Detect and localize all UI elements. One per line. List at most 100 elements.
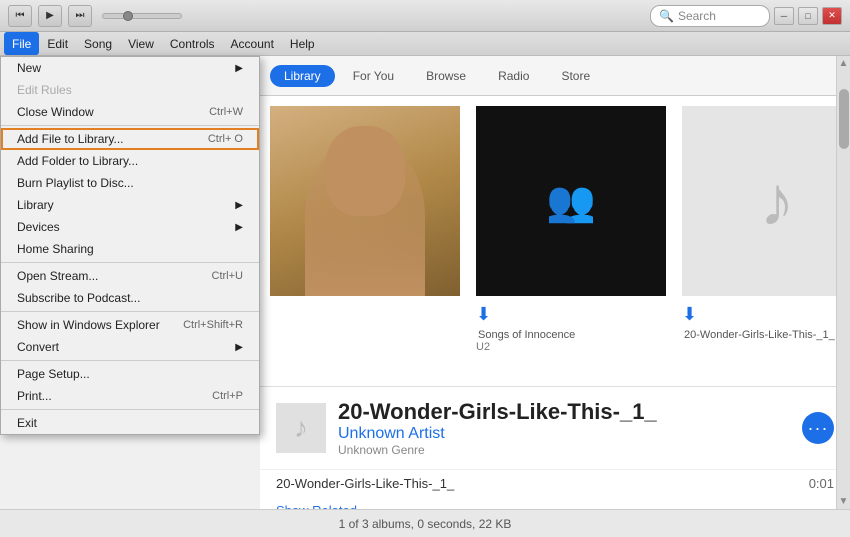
nav-tabs: Library For You Browse Radio Store (260, 56, 850, 96)
search-icon: 🔍 (659, 9, 674, 23)
menu-page-setup-label: Page Setup... (17, 367, 90, 381)
now-playing-art: ♪ (276, 403, 326, 453)
forward-button[interactable]: ⏭ (68, 5, 92, 27)
track-name: 20-Wonder-Girls-Like-This-_1_ (276, 476, 809, 491)
menu-add-file-label: Add File to Library... (17, 132, 124, 146)
menu-separator-1 (1, 125, 259, 126)
track-row: 20-Wonder-Girls-Like-This-_1_ 0:01 (260, 469, 850, 497)
file-menu-dropdown: New ▶ Edit Rules Close Window Ctrl+W Add… (0, 56, 260, 435)
search-placeholder: Search (678, 9, 716, 23)
menu-new[interactable]: New ▶ (1, 57, 259, 79)
search-bar[interactable]: 🔍 Search (650, 5, 770, 27)
menu-item-song[interactable]: Song (76, 32, 120, 55)
menu-open-stream-shortcut: Ctrl+U (212, 270, 243, 282)
menu-convert[interactable]: Convert ▶ (1, 336, 259, 358)
download-icon-u2: ⬇ (476, 304, 491, 325)
title-bar: ⏮ ▶ ⏭ 🔍 Search ─ □ ✕ (0, 0, 850, 32)
tab-library[interactable]: Library (270, 65, 335, 87)
menu-bar: File Edit Song View Controls Account Hel… (0, 32, 850, 56)
menu-subscribe-podcast-label: Subscribe to Podcast... (17, 291, 140, 305)
menu-item-controls[interactable]: Controls (162, 32, 223, 55)
window-controls: 🔍 Search ─ □ ✕ (650, 5, 842, 27)
album-artist-u2: U2 (476, 341, 676, 353)
menu-close-window-label: Close Window (17, 105, 94, 119)
album-art-adele (270, 106, 460, 296)
menu-convert-label: Convert (17, 340, 59, 354)
tab-radio[interactable]: Radio (484, 65, 543, 87)
menu-exit[interactable]: Exit (1, 412, 259, 434)
menu-show-explorer-label: Show in Windows Explorer (17, 318, 160, 332)
menu-edit-rules-label: Edit Rules (17, 83, 72, 97)
tab-store[interactable]: Store (547, 65, 604, 87)
download-icon-unknown: ⬇ (682, 304, 697, 325)
now-playing-music-icon: ♪ (294, 412, 308, 444)
menu-library[interactable]: Library ▶ (1, 194, 259, 216)
menu-open-stream[interactable]: Open Stream... Ctrl+U (1, 265, 259, 287)
menu-item-account[interactable]: Account (223, 32, 282, 55)
menu-edit-rules: Edit Rules (1, 79, 259, 101)
menu-new-label: New (17, 61, 41, 75)
minimize-button[interactable]: ─ (774, 7, 794, 25)
album-card-adele[interactable] (270, 106, 470, 376)
menu-home-sharing-label: Home Sharing (17, 242, 94, 256)
menu-subscribe-podcast[interactable]: Subscribe to Podcast... (1, 287, 259, 309)
menu-add-file[interactable]: Add File to Library... Ctrl+ O (1, 128, 259, 150)
now-playing-title: 20-Wonder-Girls-Like-This-_1_ (338, 399, 790, 425)
now-playing: ♪ 20-Wonder-Girls-Like-This-_1_ Unknown … (260, 386, 850, 469)
tab-for-you[interactable]: For You (339, 65, 408, 87)
menu-add-file-shortcut: Ctrl+ O (208, 133, 243, 145)
menu-close-window-shortcut: Ctrl+W (209, 106, 243, 118)
album-title-u2: Songs of Innocence (476, 329, 676, 341)
menu-add-folder[interactable]: Add Folder to Library... (1, 150, 259, 172)
now-playing-genre: Unknown Genre (338, 443, 790, 457)
album-card-unknown[interactable]: ♪ ⬇ 20-Wonder-Girls-Like-This-_1_ (682, 106, 850, 376)
progress-thumb[interactable] (123, 11, 133, 21)
menu-open-stream-label: Open Stream... (17, 269, 98, 283)
show-related-link[interactable]: Show Related (260, 497, 850, 509)
more-button[interactable]: ··· (802, 412, 834, 444)
menu-print-shortcut: Ctrl+P (212, 390, 243, 402)
album-art-unknown: ♪ (682, 106, 850, 296)
album-card-u2[interactable]: 👥 ⬇ Songs of Innocence U2 (476, 106, 676, 376)
album-art-u2: 👥 (476, 106, 666, 296)
menu-library-arrow: ▶ (235, 200, 243, 211)
now-playing-artist: Unknown Artist (338, 425, 790, 443)
progress-bar[interactable] (102, 13, 182, 19)
menu-exit-label: Exit (17, 416, 37, 430)
menu-print[interactable]: Print... Ctrl+P (1, 385, 259, 407)
now-playing-info: 20-Wonder-Girls-Like-This-_1_ Unknown Ar… (338, 399, 790, 457)
album-grid: 👥 ⬇ Songs of Innocence U2 ♪ ⬇ 20-Wonder-… (260, 96, 850, 386)
track-duration: 0:01 (809, 476, 834, 491)
maximize-button[interactable]: □ (798, 7, 818, 25)
play-button[interactable]: ▶ (38, 5, 62, 27)
menu-library-label: Library (17, 198, 54, 212)
menu-separator-5 (1, 409, 259, 410)
status-text: 1 of 3 albums, 0 seconds, 22 KB (339, 517, 512, 531)
menu-devices-arrow: ▶ (235, 222, 243, 233)
album-title-unknown: 20-Wonder-Girls-Like-This-_1_ (682, 329, 850, 341)
menu-devices[interactable]: Devices ▶ (1, 216, 259, 238)
menu-item-file[interactable]: File (4, 32, 39, 55)
menu-home-sharing[interactable]: Home Sharing (1, 238, 259, 260)
menu-item-edit[interactable]: Edit (39, 32, 76, 55)
scrollbar[interactable]: ▲ ▼ (836, 56, 850, 509)
transport-controls: ⏮ ▶ ⏭ (8, 5, 182, 27)
close-button[interactable]: ✕ (822, 7, 842, 25)
menu-burn-playlist[interactable]: Burn Playlist to Disc... (1, 172, 259, 194)
menu-devices-label: Devices (17, 220, 60, 234)
menu-separator-2 (1, 262, 259, 263)
menu-close-window[interactable]: Close Window Ctrl+W (1, 101, 259, 123)
menu-page-setup[interactable]: Page Setup... (1, 363, 259, 385)
menu-print-label: Print... (17, 389, 52, 403)
menu-convert-arrow: ▶ (235, 342, 243, 353)
menu-separator-3 (1, 311, 259, 312)
menu-item-view[interactable]: View (120, 32, 162, 55)
rewind-button[interactable]: ⏮ (8, 5, 32, 27)
tab-browse[interactable]: Browse (412, 65, 480, 87)
menu-item-help[interactable]: Help (282, 32, 323, 55)
status-bar: 1 of 3 albums, 0 seconds, 22 KB (0, 509, 850, 537)
menu-show-explorer[interactable]: Show in Windows Explorer Ctrl+Shift+R (1, 314, 259, 336)
menu-add-folder-label: Add Folder to Library... (17, 154, 138, 168)
scrollbar-thumb[interactable] (839, 89, 849, 149)
menu-show-explorer-shortcut: Ctrl+Shift+R (183, 319, 243, 331)
